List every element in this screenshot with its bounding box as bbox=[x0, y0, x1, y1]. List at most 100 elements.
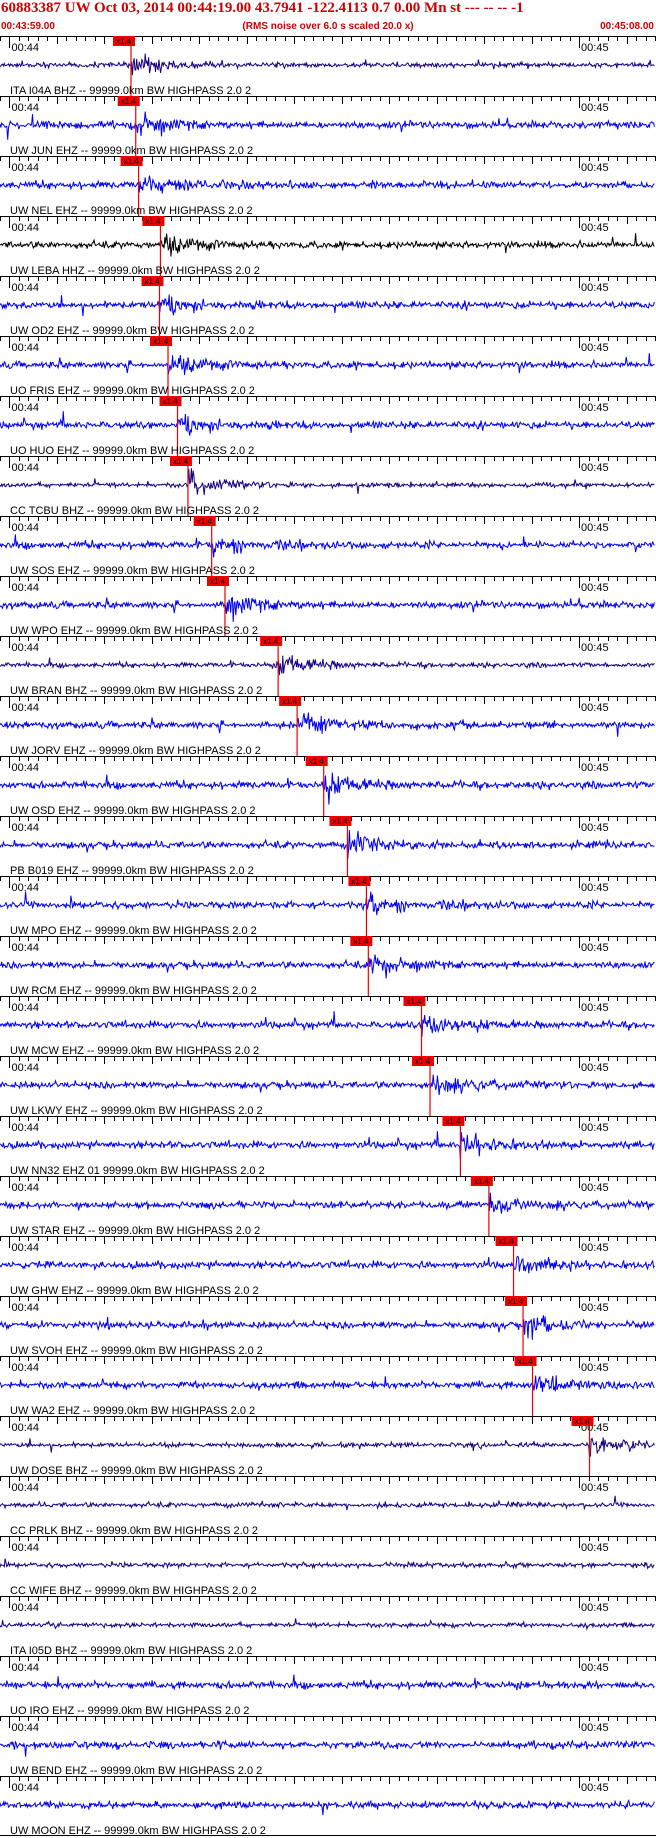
pick-label: x1.4 bbox=[116, 37, 132, 46]
trace-panel: 00:44 00:45 x1.4 UW OSD EHZ -- 99999.0km BW… bbox=[0, 756, 656, 817]
trace-panel: 00:44 00:45 x1.4 UW STAR EHZ -- 99999.0km B… bbox=[0, 1176, 656, 1237]
pick-label: x1.4 bbox=[406, 997, 422, 1006]
pick-label: x1.4 bbox=[415, 1057, 431, 1066]
trace-panel: 00:44 00:45 x1.4 UW NEL EHZ -- 99999.0km BW… bbox=[0, 156, 656, 217]
pick-label: x1.4 bbox=[153, 337, 169, 346]
trace-panel: 00:44 00:45x1.4UW MPO EHZ -- 99999.0km BW… bbox=[0, 876, 656, 937]
station-label: CC WIFE BHZ -- 99999.0km BW HIGHPASS 2.0… bbox=[10, 1585, 257, 1597]
station-label: UW SVOH EHZ -- 99999.0km BW HIGHPASS 2.0… bbox=[10, 1345, 263, 1357]
waveform-trace bbox=[0, 891, 655, 916]
pick-label: x1.4 bbox=[145, 217, 161, 226]
waveform-trace bbox=[0, 53, 655, 76]
time-tick-label: 00:45 bbox=[581, 582, 609, 594]
pick-label: x1.4 bbox=[332, 817, 348, 826]
trace-panel: 00:44 00:45 x1.4 UW NN32 EHZ 01 99999.0km B… bbox=[0, 1116, 656, 1177]
waveform-trace bbox=[0, 1255, 655, 1274]
time-tick-label: 00:44 bbox=[11, 582, 39, 594]
pick-label: x1.4 bbox=[353, 937, 369, 946]
pick-label: x1.4 bbox=[263, 637, 279, 646]
station-label: UW JORV EHZ -- 99999.0km BW HIGHPASS 2.0… bbox=[10, 745, 261, 757]
pick-label: x1.4 bbox=[518, 1357, 534, 1366]
time-tick-label: 00:45 bbox=[581, 402, 609, 414]
station-label: UW OD2 EHZ -- 99999.0km BW HIGHPASS 2.0 … bbox=[10, 325, 254, 337]
station-label: UW MCW EHZ -- 99999.0km BW HIGHPASS 2.0 … bbox=[10, 1045, 259, 1057]
time-tick-label: 00:45 bbox=[581, 1662, 609, 1674]
trace-panel: 00:44 00:45 x1.4 CC TCBU BHZ -- 99999.0km B… bbox=[0, 456, 656, 517]
trace-panel: 00:44 00:45 x1.4 UO FRIS EHZ -- 99999.0km B… bbox=[0, 336, 656, 397]
time-tick-label: 00:44 bbox=[11, 102, 39, 114]
station-label: UO FRIS EHZ -- 99999.0km BW HIGHPASS 2.0… bbox=[10, 385, 255, 397]
trace-panel: 00:44 00:45UW MOON EHZ -- 99999.0km BW HI… bbox=[0, 1776, 656, 1837]
station-label: UW DOSE BHZ -- 99999.0km BW HIGHPASS 2.0… bbox=[10, 1465, 263, 1477]
pick-label: x1.4 bbox=[210, 577, 226, 586]
waveform-trace bbox=[0, 1315, 655, 1340]
station-label: PB B019 EHZ -- 99999.0km BW HIGHPASS 2.0… bbox=[10, 865, 254, 877]
station-label: UW BEND EHZ -- 99999.0km BW HIGHPASS 2.0… bbox=[10, 1765, 262, 1777]
waveform-trace bbox=[0, 1558, 655, 1570]
station-label: UW SOS EHZ -- 99999.0km BW HIGHPASS 2.0 … bbox=[10, 565, 255, 577]
trace-panel: 00:44 00:45 x1.4 UO HUO EHZ -- 99999.0km BW… bbox=[0, 396, 656, 457]
waveform-trace bbox=[0, 468, 655, 496]
time-tick-label: 00:44 bbox=[11, 1662, 39, 1674]
trace-panel: 00:44 00:45 x1.4 UW JUN EHZ -- 99999.0km BW… bbox=[0, 96, 656, 157]
station-label: CC TCBU BHZ -- 99999.0km BW HIGHPASS 2.0… bbox=[10, 505, 259, 517]
seismogram-plot: 00:44 00:45 x1.4 ITA I04A BHZ -- 99999.0km … bbox=[0, 36, 656, 1837]
time-tick-label: 00:44 bbox=[11, 522, 39, 534]
time-tick-label: 00:44 bbox=[11, 1302, 39, 1314]
station-label: UW WPO EHZ -- 99999.0km BW HIGHPASS 2.0 … bbox=[10, 625, 258, 637]
station-label: UW WA2 EHZ -- 99999.0km BW HIGHPASS 2.0 … bbox=[10, 1405, 255, 1417]
time-tick-label: 00:45 bbox=[581, 1302, 609, 1314]
trace-panel: 00:44 00:45 x1.4 UW OD2 EHZ -- 99999.0km BW… bbox=[0, 276, 656, 337]
time-tick-label: 00:44 bbox=[11, 462, 39, 474]
time-tick-label: 00:45 bbox=[581, 282, 609, 294]
time-tick-label: 00:44 bbox=[11, 1722, 39, 1734]
station-label: ITA I05D BHZ -- 99999.0km BW HIGHPASS 2.… bbox=[10, 1645, 252, 1657]
waveform-trace bbox=[0, 111, 655, 140]
time-tick-label: 00:45 bbox=[581, 102, 609, 114]
time-tick-label: 00:45 bbox=[581, 42, 609, 54]
station-label: UW STAR EHZ -- 99999.0km BW HIGHPASS 2.0… bbox=[10, 1225, 260, 1237]
time-tick-label: 00:45 bbox=[581, 762, 609, 774]
pick-label: x1.4 bbox=[508, 1297, 524, 1306]
time-tick-label: 00:45 bbox=[581, 1182, 609, 1194]
waveform-trace bbox=[0, 175, 655, 194]
waveform-trace bbox=[0, 1192, 655, 1214]
pick-label: x1.4 bbox=[575, 1417, 591, 1426]
time-tick-label: 00:44 bbox=[11, 642, 39, 654]
trace-panel: 00:44 00:45 x1.4 UW LKWY EHZ -- 99999.0km B… bbox=[0, 1056, 656, 1117]
waveform-trace bbox=[0, 1131, 655, 1162]
station-label: UO HUO EHZ -- 99999.0km BW HIGHPASS 2.0 … bbox=[10, 445, 254, 457]
time-tick-label: 00:45 bbox=[581, 1542, 609, 1554]
station-label: ITA I04A BHZ -- 99999.0km BW HIGHPASS 2.… bbox=[10, 85, 251, 97]
waveform-trace bbox=[0, 1011, 655, 1037]
station-label: UW NEL EHZ -- 99999.0km BW HIGHPASS 2.0 … bbox=[10, 205, 253, 217]
pick-label: x1.4 bbox=[124, 157, 140, 166]
waveform-trace bbox=[0, 1799, 655, 1816]
time-tick-label: 00:45 bbox=[581, 822, 609, 834]
station-label: UO IRO EHZ -- 99999.0km BW HIGHPASS 2.0 … bbox=[10, 1705, 249, 1717]
pick-label: x1.4 bbox=[474, 1177, 490, 1186]
pick-label: x1.4 bbox=[499, 1237, 515, 1246]
pick-label: x1.4 bbox=[163, 397, 179, 406]
station-label: UW BRAN BHZ -- 99999.0km BW HIGHPASS 2.0… bbox=[10, 685, 262, 697]
time-tick-label: 00:45 bbox=[581, 1122, 609, 1134]
trace-panel: 00:44 00:45 x1.4 UW JORV EHZ -- 99999.0km B… bbox=[0, 696, 656, 757]
waveform-trace bbox=[0, 353, 655, 376]
time-tick-label: 00:45 bbox=[581, 1062, 609, 1074]
time-tick-label: 00:45 bbox=[581, 702, 609, 714]
waveform-trace bbox=[0, 1437, 655, 1457]
time-tick-label: 00:45 bbox=[581, 522, 609, 534]
time-tick-label: 00:44 bbox=[11, 1062, 39, 1074]
pick-label: x1.4 bbox=[173, 457, 189, 466]
trace-panel: 00:44 00:45 x1.4 UW GHW EHZ -- 99999.0km BW… bbox=[0, 1236, 656, 1297]
time-tick-label: 00:45 bbox=[581, 162, 609, 174]
trace-panel: 00:44 00:45 x1.4 UW RCM EHZ -- 99999.0km BW… bbox=[0, 936, 656, 997]
time-tick-label: 00:44 bbox=[11, 402, 39, 414]
time-tick-label: 00:44 bbox=[11, 342, 39, 354]
time-tick-label: 00:45 bbox=[581, 1602, 609, 1614]
waveform-trace bbox=[0, 294, 655, 317]
waveform-trace bbox=[0, 772, 655, 805]
trace-panel: 00:44 00:45 UO IRO EHZ -- 99999.0km BW HIG… bbox=[0, 1656, 656, 1717]
station-label: UW MPO EHZ -- 99999.0km BW HIGHPASS 2.0 … bbox=[10, 925, 257, 937]
station-label: UW OSD EHZ -- 99999.0km BW HIGHPASS 2.0 … bbox=[10, 805, 256, 817]
